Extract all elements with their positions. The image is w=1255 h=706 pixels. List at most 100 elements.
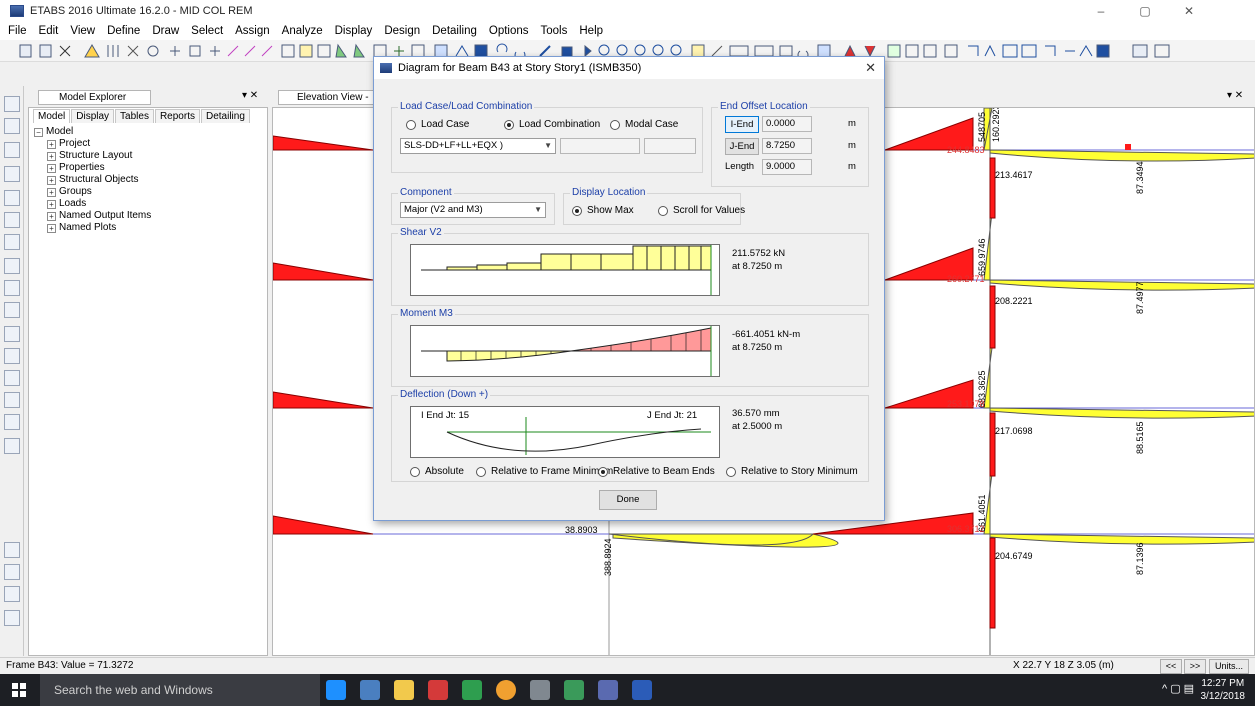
draw-area-icon[interactable] <box>4 258 20 274</box>
expand-icon[interactable]: + <box>47 200 56 209</box>
calculator-icon[interactable] <box>530 680 550 700</box>
radio-load-combination[interactable]: Load Combination <box>504 119 600 130</box>
radio-show-max[interactable]: Show Max <box>572 205 634 216</box>
menu-select[interactable]: Select <box>191 25 223 37</box>
store-icon[interactable] <box>428 680 448 700</box>
menu-help[interactable]: Help <box>579 25 603 37</box>
tree-item-structure-layout[interactable]: + Structure Layout <box>47 150 132 161</box>
component-select[interactable]: Major (V2 and M3) ▼ <box>400 202 546 218</box>
tree-item-properties[interactable]: + Properties <box>47 162 105 173</box>
menu-analyze[interactable]: Analyze <box>282 25 323 37</box>
expand-icon[interactable]: + <box>47 164 56 173</box>
radio-absolute[interactable]: Absolute <box>410 466 464 477</box>
menu-options[interactable]: Options <box>489 25 529 37</box>
close-button[interactable]: ✕ <box>1167 0 1211 22</box>
explorer-tab-title[interactable]: Model Explorer <box>38 90 152 105</box>
excel-icon[interactable] <box>564 680 584 700</box>
radio-indicator[interactable] <box>410 466 420 477</box>
previous-button[interactable]: << <box>1160 659 1182 674</box>
expand-icon[interactable]: + <box>47 140 56 149</box>
previous-selection-icon[interactable] <box>4 564 20 580</box>
draw-brace-icon[interactable] <box>4 166 20 182</box>
draw-dimension-icon[interactable] <box>4 392 20 408</box>
menu-assign[interactable]: Assign <box>235 25 270 37</box>
etabs-taskbar-icon[interactable] <box>598 680 618 700</box>
maximize-button[interactable]: ▢ <box>1123 0 1167 22</box>
snap-icon[interactable] <box>4 610 20 626</box>
draw-floor-icon[interactable] <box>4 302 20 318</box>
windows-start-icon[interactable] <box>12 683 26 697</box>
radio-indicator[interactable] <box>476 466 486 477</box>
done-button[interactable]: Done <box>599 490 657 510</box>
taskbar-clock[interactable]: 12:27 PM 3/12/2018 <box>1201 677 1246 703</box>
tree-item-groups[interactable]: + Groups <box>47 186 92 197</box>
menu-detailing[interactable]: Detailing <box>432 25 477 37</box>
menu-view[interactable]: View <box>70 25 95 37</box>
radio-indicator[interactable] <box>598 466 608 477</box>
menu-define[interactable]: Define <box>107 25 140 37</box>
draw-wave-icon[interactable] <box>4 438 20 454</box>
draw-beam-icon[interactable] <box>4 190 20 206</box>
tree-item-project[interactable]: + Project <box>47 138 90 149</box>
tree-root-model[interactable]: − Model <box>34 126 73 137</box>
radio-relative-story-minimum[interactable]: Relative to Story Minimum <box>726 466 858 477</box>
expand-icon[interactable]: + <box>47 188 56 197</box>
j-end-button[interactable]: J-End <box>725 138 759 155</box>
green-app-icon[interactable] <box>462 680 482 700</box>
radio-indicator[interactable] <box>658 205 668 216</box>
radio-relative-frame-minimum[interactable]: Relative to Frame Minimum <box>476 466 613 477</box>
tree-item-loads[interactable]: + Loads <box>47 198 86 209</box>
units-button[interactable]: Units... <box>1209 659 1249 674</box>
expand-icon[interactable]: + <box>47 212 56 221</box>
tab-model[interactable]: Model <box>33 109 71 123</box>
menu-display[interactable]: Display <box>335 25 373 37</box>
draw-x-brace-icon[interactable] <box>4 234 20 250</box>
tab-display[interactable]: Display <box>71 109 115 123</box>
draw-line-icon[interactable] <box>4 142 20 158</box>
chrome-icon[interactable] <box>496 680 516 700</box>
menu-design[interactable]: Design <box>384 25 420 37</box>
expand-icon[interactable]: + <box>47 176 56 185</box>
draw-grid-icon[interactable] <box>4 370 20 386</box>
radio-indicator[interactable] <box>504 119 514 130</box>
menu-draw[interactable]: Draw <box>152 25 179 37</box>
tree-item-named-output-items[interactable]: + Named Output Items <box>47 210 151 221</box>
radio-relative-beam-ends[interactable]: Relative to Beam Ends <box>598 466 715 477</box>
radio-indicator[interactable] <box>406 119 416 130</box>
menu-file[interactable]: File <box>8 25 27 37</box>
tree-item-structural-objects[interactable]: + Structural Objects <box>47 174 138 185</box>
draw-wall-icon[interactable] <box>4 280 20 296</box>
draw-column-icon[interactable] <box>4 212 20 228</box>
radio-modal-case[interactable]: Modal Case <box>610 119 678 130</box>
expand-icon[interactable]: + <box>47 152 56 161</box>
people-icon[interactable] <box>360 680 380 700</box>
draw-link-icon[interactable] <box>4 348 20 364</box>
draw-opening-icon[interactable] <box>4 326 20 342</box>
elevation-tab-title[interactable]: Elevation View - <box>278 90 384 105</box>
radio-scroll-for-values[interactable]: Scroll for Values <box>658 205 745 216</box>
radio-indicator[interactable] <box>726 466 736 477</box>
taskbar-search[interactable]: Search the web and Windows <box>40 674 320 706</box>
clear-selection-icon[interactable] <box>4 586 20 602</box>
next-button[interactable]: >> <box>1184 659 1206 674</box>
radio-load-case[interactable]: Load Case <box>406 119 469 130</box>
word-icon[interactable] <box>632 680 652 700</box>
pointer-tool-icon[interactable] <box>4 96 20 112</box>
edge-icon[interactable] <box>326 680 346 700</box>
explorer-close-controls[interactable]: ▾ ✕ <box>242 90 258 101</box>
menu-tools[interactable]: Tools <box>541 25 568 37</box>
tab-reports[interactable]: Reports <box>154 109 200 123</box>
radio-indicator[interactable] <box>572 205 582 216</box>
minimize-button[interactable]: – <box>1079 0 1123 22</box>
tray-icons[interactable]: ^ ▢ ▤ <box>1162 682 1194 695</box>
dialog-close-icon[interactable]: ✕ <box>865 60 876 76</box>
tab-tables[interactable]: Tables <box>115 109 154 123</box>
file-explorer-icon[interactable] <box>394 680 414 700</box>
collapse-icon[interactable]: − <box>34 128 43 137</box>
draw-tendon-icon[interactable] <box>4 414 20 430</box>
elevation-close-controls[interactable]: ▾ ✕ <box>1227 90 1243 101</box>
reshape-tool-icon[interactable] <box>4 118 20 134</box>
tree-item-named-plots[interactable]: + Named Plots <box>47 222 116 233</box>
i-end-button[interactable]: I-End <box>725 116 759 133</box>
expand-icon[interactable]: + <box>47 224 56 233</box>
